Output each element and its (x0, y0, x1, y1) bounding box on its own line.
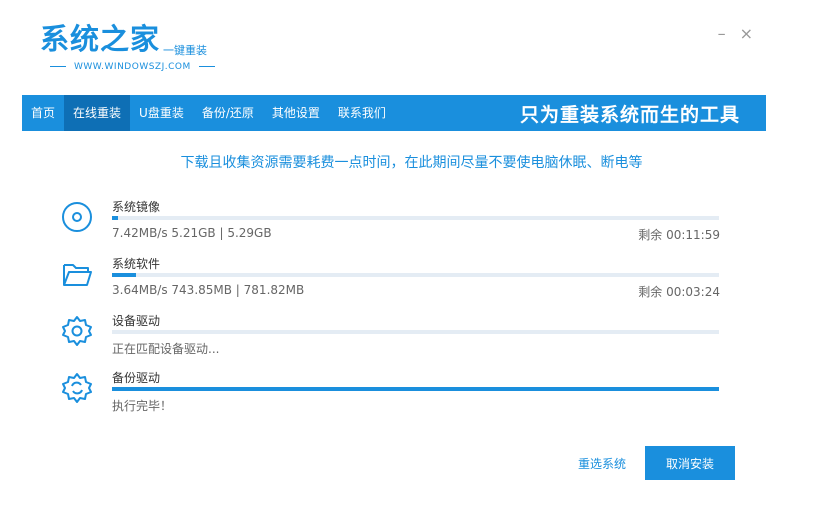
logo-subtitle: 一键重装 (163, 44, 207, 57)
item-name: 备份驱动 (112, 371, 161, 385)
item-detail: 正在匹配设备驱动... (112, 342, 220, 356)
disc-icon (62, 202, 92, 232)
download-item-system-software: 系统软件 3.64MB/s 743.85MB | 781.82MB 剩余 00:… (60, 255, 720, 305)
progress-fill (112, 216, 119, 220)
item-name: 系统软件 (112, 257, 161, 271)
nav-item-online-reinstall[interactable]: 在线重装 (64, 95, 131, 131)
nav-item-other-settings[interactable]: 其他设置 (263, 95, 329, 131)
minimize-button[interactable]: – (718, 25, 726, 43)
nav-slogan: 只为重装系统而生的工具 (519, 103, 740, 126)
window-controls: – × (718, 25, 753, 43)
logo-title: 系统之家 (40, 22, 161, 56)
download-item-device-drivers: 设备驱动 正在匹配设备驱动... (60, 312, 720, 362)
item-detail: 7.42MB/s 5.21GB | 5.29GB (112, 226, 272, 240)
progress-fill (112, 273, 137, 277)
progress-track (112, 273, 719, 277)
nav-item-usb-reinstall[interactable]: U盘重装 (130, 95, 193, 131)
nav-item-backup-restore[interactable]: 备份/还原 (193, 95, 263, 131)
folder-icon (63, 264, 92, 286)
progress-track (112, 387, 719, 391)
item-remaining: 剩余 00:11:59 (638, 228, 720, 242)
item-remaining: 剩余 00:03:24 (638, 285, 720, 299)
nav-item-home[interactable]: 首页 (22, 95, 64, 131)
nav-item-contact[interactable]: 联系我们 (329, 95, 395, 131)
gear-icon (62, 316, 92, 346)
item-detail: 执行完毕！ (112, 399, 173, 413)
progress-track (112, 216, 719, 220)
reselect-system-link[interactable]: 重选系统 (578, 455, 626, 472)
cancel-install-button[interactable]: 取消安装 (645, 446, 735, 480)
item-name: 设备驱动 (112, 314, 161, 328)
item-detail: 3.64MB/s 743.85MB | 781.82MB (112, 283, 305, 297)
close-button[interactable]: × (740, 25, 753, 43)
progress-track (112, 330, 719, 334)
progress-fill (112, 387, 719, 391)
download-item-backup-drivers: 备份驱动 执行完毕！ (60, 369, 720, 419)
nav-bar: 首页 在线重装 U盘重装 备份/还原 其他设置 联系我们 只为重装系统而生的工具 (22, 95, 766, 131)
logo-url: WWW.WINDOWSZJ.COM (42, 62, 223, 72)
download-item-system-image: 系统镜像 7.42MB/s 5.21GB | 5.29GB 剩余 00:11:5… (60, 198, 720, 248)
download-notice: 下载且收集资源需要耗费一点时间，在此期间尽量不要使电脑休眠、断电等 (180, 155, 643, 171)
logo: 系统之家 一键重装 WWW.WINDOWSZJ.COM (40, 22, 215, 72)
gear-icon (62, 373, 92, 403)
item-name: 系统镜像 (112, 200, 161, 214)
